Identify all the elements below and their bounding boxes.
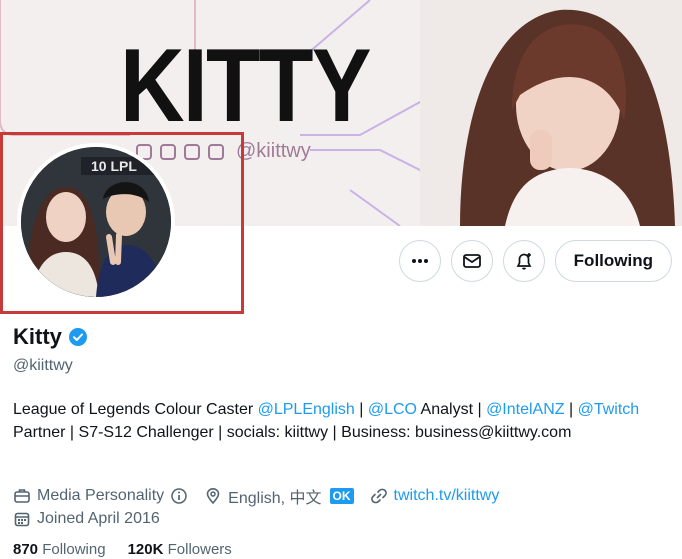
twitch-icon: [208, 143, 224, 160]
notifications-button[interactable]: [502, 240, 545, 282]
followers-label: Followers: [167, 541, 232, 558]
bio-text: |: [564, 401, 578, 418]
svg-text:10 LPL: 10 LPL: [91, 158, 137, 174]
ok-badge: OK: [329, 487, 354, 504]
mention-lco-link[interactable]: @LCO: [368, 401, 417, 418]
tiktok-icon: [184, 143, 200, 160]
meta-website: twitch.tv/kiittwy: [370, 487, 500, 505]
more-options-button[interactable]: [398, 240, 441, 282]
calendar-icon: [14, 512, 30, 526]
profile-handle: @kiittwy: [13, 357, 73, 374]
banner-portrait-image: [420, 0, 682, 226]
banner-social-handle: @kiittwy: [236, 140, 311, 162]
avatar-image: 10 LPL: [21, 147, 171, 297]
meta-joined-label: Joined April 2016: [37, 509, 160, 527]
info-icon[interactable]: [170, 487, 188, 505]
banner-title: KITTY: [120, 28, 371, 144]
following-button[interactable]: Following: [554, 240, 672, 282]
link-icon: [370, 488, 387, 503]
meta-category: Media Personality: [13, 487, 188, 505]
meta-location: English, 中文 OK: [204, 484, 354, 508]
banner-social-row: @kiittwy: [136, 140, 311, 163]
meta-joined: Joined April 2016: [13, 510, 160, 528]
bio-text: League of Legends Colour Caster: [13, 401, 258, 418]
followers-count: 120K: [127, 541, 164, 558]
profile-actions: Following: [398, 240, 672, 282]
following-stat-link[interactable]: 870 Following: [13, 541, 106, 558]
meta-category-label: Media Personality: [37, 486, 165, 504]
envelope-icon: [462, 254, 481, 268]
bio-text: |: [354, 401, 368, 418]
website-link[interactable]: twitch.tv/kiittwy: [394, 487, 500, 505]
briefcase-icon: [14, 488, 30, 503]
following-label: Following: [42, 541, 106, 558]
profile-bio: League of Legends Colour Caster @LPLEngl…: [13, 398, 653, 444]
followers-stat-link[interactable]: 120K Followers: [128, 541, 232, 558]
mention-lplenglish-link[interactable]: @LPLEnglish: [258, 401, 355, 418]
avatar[interactable]: 10 LPL: [17, 143, 175, 301]
following-count: 870: [13, 541, 39, 558]
profile-meta: Media Personality English, 中文 OK twitch.…: [13, 484, 509, 530]
bio-text: Partner | S7-S12 Challenger | socials: k…: [13, 424, 572, 441]
location-pin-icon: [206, 487, 220, 504]
bio-text: Analyst |: [416, 401, 487, 418]
mention-twitch-link[interactable]: @Twitch: [578, 401, 640, 418]
verified-badge-icon[interactable]: [68, 327, 88, 347]
message-button[interactable]: [450, 240, 493, 282]
profile-name: Kitty: [13, 324, 62, 349]
profile-name-row: Kitty: [13, 324, 88, 350]
bell-plus-icon: [516, 253, 532, 270]
meta-location-label: English, 中文: [228, 489, 322, 507]
instagram-icon: [160, 143, 176, 160]
mention-intelanz-link[interactable]: @IntelANZ: [486, 401, 564, 418]
ellipsis-icon: [411, 259, 428, 263]
profile-stats: 870 Following 120K Followers: [13, 541, 232, 558]
